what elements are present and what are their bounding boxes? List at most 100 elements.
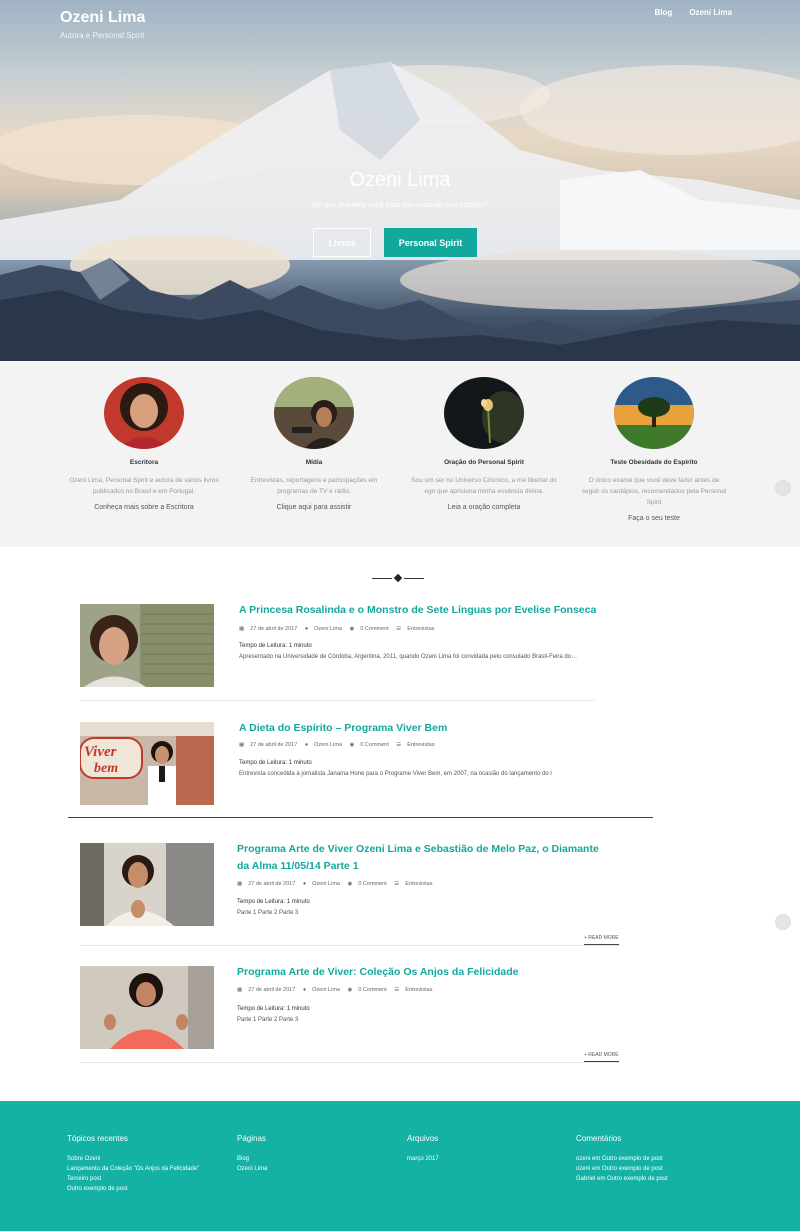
footer-heading: Arquivos bbox=[407, 1134, 439, 1143]
calendar-icon: ▦ bbox=[239, 626, 245, 632]
post-item: Viver bem A Dieta do Espírito – Programa… bbox=[68, 720, 653, 822]
footer-link[interactable]: Ozeni Lima bbox=[237, 1164, 267, 1174]
feature-link[interactable]: Conheça mais sobre a Escritora bbox=[69, 504, 219, 511]
footer-link[interactable]: Outro exemplo de post bbox=[67, 1184, 199, 1194]
post-excerpt: Apresentado na Universidade de Córdoba, … bbox=[239, 654, 578, 660]
user-icon: ● bbox=[304, 626, 309, 632]
post-title[interactable]: Programa Arte de Viver: Coleção Os Anjos… bbox=[237, 964, 607, 981]
midia-photo[interactable] bbox=[274, 377, 354, 449]
list-icon: ☰ bbox=[396, 742, 402, 748]
footer-recent-posts: Tópicos recentes Sobre Ozeni Lançamento … bbox=[67, 1134, 199, 1194]
user-icon: ● bbox=[304, 742, 309, 748]
post-category[interactable]: Entrevistas bbox=[405, 881, 432, 887]
post-item: Programa Arte de Viver: Coleção Os Anjos… bbox=[80, 966, 625, 1066]
post-comments[interactable]: 0 Comment bbox=[358, 987, 386, 993]
feature-description: Entrevistas, reportagens e participações… bbox=[250, 477, 378, 495]
post-category[interactable]: Entrevistas bbox=[405, 987, 432, 993]
hero-title: Ozeni Lima bbox=[349, 169, 451, 191]
read-more-link[interactable]: + READ MORE bbox=[584, 1052, 619, 1062]
post-date: 27 de abril de 2017 bbox=[250, 742, 298, 748]
calendar-icon: ▦ bbox=[237, 881, 243, 887]
comment-icon: ◉ bbox=[349, 742, 355, 748]
footer-link[interactable]: ozeni em Outro exemplo de post bbox=[576, 1154, 668, 1164]
footer-heading: Comentários bbox=[576, 1134, 622, 1143]
personal-spirit-button[interactable]: Personal Spirit bbox=[384, 228, 477, 257]
post-item: A Princesa Rosalinda e o Monstro de Sete… bbox=[80, 604, 600, 704]
post-title[interactable]: A Princesa Rosalinda e o Monstro de Sete… bbox=[239, 602, 599, 619]
section-divider bbox=[372, 573, 424, 584]
feature-title: Oração do Personal Spirit bbox=[444, 459, 524, 466]
post-comments[interactable]: 0 Comment bbox=[360, 742, 388, 748]
hero-subtitle: De que maneira você está alimentando seu… bbox=[312, 200, 488, 209]
post-excerpt: Entrevista concedida à jornalista Janaín… bbox=[239, 771, 552, 777]
feature-description: Sou um ser no Universo Cósmico, a me lib… bbox=[411, 477, 557, 495]
reading-time: Tempo de Leitura: 1 minuto bbox=[237, 899, 310, 905]
post-author[interactable]: Ozeni Lima bbox=[312, 881, 340, 887]
features-section: Escritora Ozeni Lima, Personal Spirit e … bbox=[0, 361, 800, 547]
feature-link[interactable]: Leia a oração completa bbox=[409, 504, 559, 511]
post-title[interactable]: Programa Arte de Viver Ozeni Lima e Seba… bbox=[237, 841, 607, 875]
reading-time: Tempo de Leitura: 1 minuto bbox=[239, 643, 312, 649]
user-icon: ● bbox=[302, 881, 307, 887]
post-author[interactable]: Ozeni Lima bbox=[314, 742, 342, 748]
reading-time: Tempo de Leitura: 1 minuto bbox=[237, 1006, 310, 1012]
post-category[interactable]: Entrevistas bbox=[407, 742, 434, 748]
list-icon: ☰ bbox=[396, 626, 402, 632]
post-thumbnail[interactable] bbox=[80, 843, 214, 926]
post-author[interactable]: Ozeni Lima bbox=[314, 626, 342, 632]
post-excerpt: Parte 1 Parte 2 Parte 3 bbox=[237, 910, 299, 916]
post-meta: ▦ 27 de abril de 2017 ● Ozeni Lima ◉ 0 Comm… bbox=[239, 742, 440, 748]
hero-banner: Ozeni Lima Autora e Personal Spirit Blog… bbox=[0, 0, 800, 361]
feature-description: Ozeni Lima, Personal Spirit e autora de … bbox=[69, 477, 219, 495]
oracao-photo[interactable] bbox=[444, 377, 524, 449]
comment-icon: ◉ bbox=[347, 881, 353, 887]
list-icon: ☰ bbox=[394, 987, 400, 993]
escritora-photo[interactable] bbox=[104, 377, 184, 449]
nav-item-ozeni-lima[interactable]: Ozeni Lima bbox=[689, 8, 732, 17]
feature-link[interactable]: Faça o seu teste bbox=[579, 515, 729, 522]
feature-link[interactable]: Clique aqui para assistir bbox=[239, 504, 389, 511]
footer-link[interactable]: ozeni em Outro exemplo de post bbox=[576, 1164, 668, 1174]
feature-escritora: Escritora Ozeni Lima, Personal Spirit e … bbox=[69, 377, 219, 511]
nav-item-blog[interactable]: Blog bbox=[655, 8, 673, 17]
post-category[interactable]: Entrevistas bbox=[407, 626, 434, 632]
post-date: 27 de abril de 2017 bbox=[248, 987, 296, 993]
feature-midia: Mídia Entrevistas, reportagens e partici… bbox=[239, 377, 389, 511]
post-separator bbox=[80, 945, 620, 946]
footer-archives: Arquivos março 2017 bbox=[407, 1134, 439, 1164]
footer-link[interactable]: Blog bbox=[237, 1154, 267, 1164]
calendar-icon: ▦ bbox=[239, 742, 245, 748]
feature-title: Mídia bbox=[305, 459, 323, 466]
footer-pages: Páginas Blog Ozeni Lima bbox=[237, 1134, 267, 1174]
footer-heading: Páginas bbox=[237, 1134, 266, 1143]
teste-photo[interactable] bbox=[614, 377, 694, 449]
footer-link[interactable]: março 2017 bbox=[407, 1154, 439, 1164]
feature-title: Teste Obesidade do Espírito bbox=[610, 459, 698, 466]
footer-link[interactable]: Terceiro post bbox=[67, 1174, 199, 1184]
site-title[interactable]: Ozeni Lima bbox=[60, 9, 145, 27]
post-thumbnail[interactable]: Viver bem bbox=[80, 722, 214, 805]
post-author[interactable]: Ozeni Lima bbox=[312, 987, 340, 993]
post-thumbnail[interactable] bbox=[80, 604, 214, 687]
post-comments[interactable]: 0 Comment bbox=[360, 626, 388, 632]
footer-heading: Tópicos recentes bbox=[67, 1134, 128, 1143]
post-thumbnail[interactable] bbox=[80, 966, 214, 1049]
footer-link[interactable]: Lançamento da Coleção "Os Anjos da Felic… bbox=[67, 1164, 199, 1174]
post-title[interactable]: A Dieta do Espírito – Programa Viver Bem bbox=[239, 720, 599, 737]
feature-description: O único exame que você deve fazer antes … bbox=[581, 477, 727, 506]
scroll-down-button[interactable] bbox=[775, 914, 791, 930]
post-separator bbox=[80, 700, 595, 701]
site-tagline: Autora e Personal Spirit bbox=[60, 31, 145, 40]
footer-link[interactable]: Gabriel em Outro exemplo de post bbox=[576, 1174, 668, 1184]
site-footer: Tópicos recentes Sobre Ozeni Lançamento … bbox=[0, 1101, 800, 1231]
footer-link[interactable]: Sobre Ozeni bbox=[67, 1154, 199, 1164]
post-comments[interactable]: 0 Comment bbox=[358, 881, 386, 887]
svg-text:Viver: Viver bbox=[84, 744, 117, 760]
livros-button[interactable]: Livros bbox=[313, 228, 371, 257]
comment-icon: ◉ bbox=[349, 626, 355, 632]
post-meta: ▦ 27 de abril de 2017 ● Ozeni Lima ◉ 0 Comm… bbox=[237, 987, 438, 993]
read-more-link[interactable]: + READ MORE bbox=[584, 935, 619, 945]
calendar-icon: ▦ bbox=[237, 987, 243, 993]
post-date: 27 de abril de 2017 bbox=[250, 626, 298, 632]
scroll-to-top-button[interactable] bbox=[775, 480, 791, 496]
